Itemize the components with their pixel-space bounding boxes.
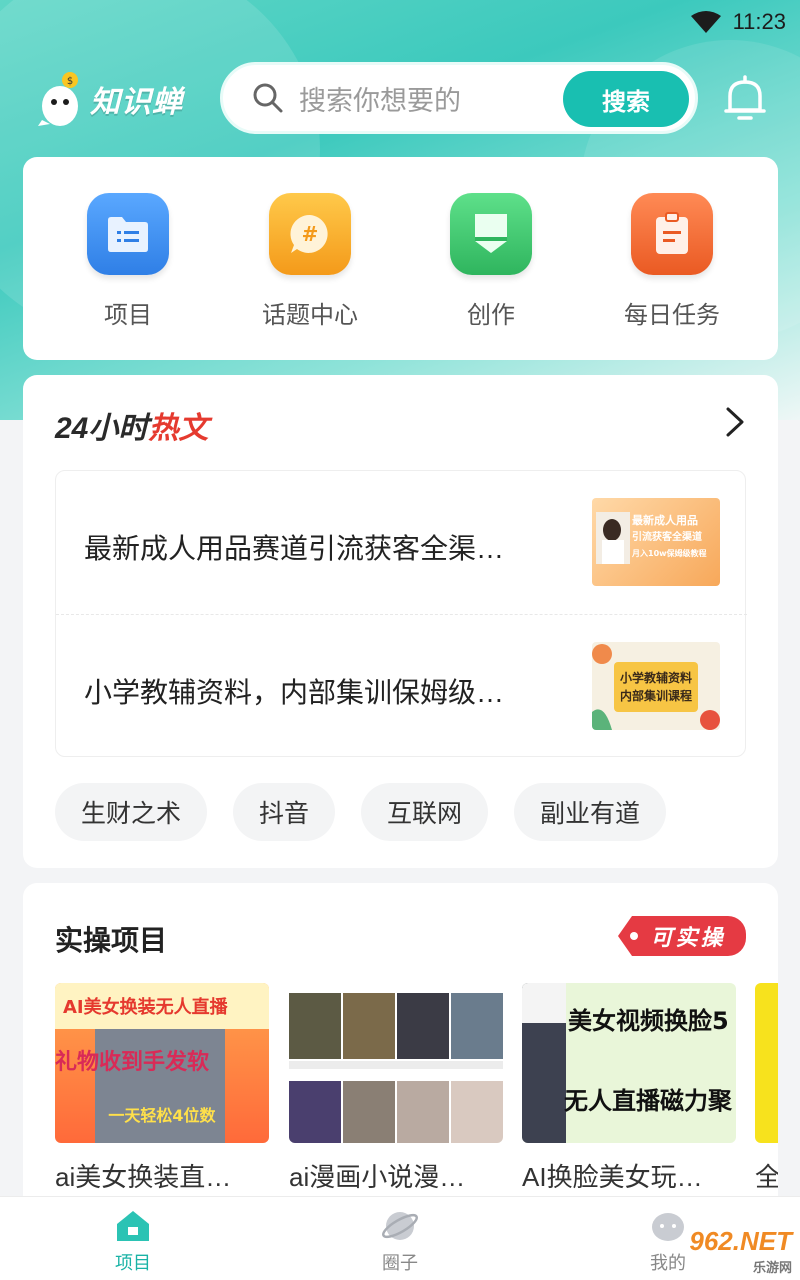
app-name: 知识蝉 (90, 86, 183, 119)
tag-chip[interactable]: 互联网 (361, 783, 489, 841)
quick-link-label: 话题中心 (262, 302, 358, 329)
quick-link-label: 项目 (104, 302, 152, 329)
project-card[interactable]: 全 (755, 983, 778, 1194)
projects-card: 实操项目 可实操 AI美女换装无人直播 礼物收到手发软 一天轻松4位数 ai美女… (23, 883, 778, 1213)
status-time: 11:23 (732, 9, 786, 34)
watermark-main: 962.NET (689, 1226, 792, 1256)
svg-text:$: $ (67, 76, 73, 87)
hot-article-row[interactable]: 小学教辅资料，内部集训保姆级… 小学教辅资料 内部集训课程 (56, 614, 747, 757)
hot-section-title: 24小时热文 (55, 403, 208, 447)
thumb-line: 无人直播磁力聚 (564, 1087, 733, 1115)
notification-bell-icon[interactable] (722, 74, 768, 122)
project-name[interactable]: ai美女换装直… (55, 1157, 269, 1194)
quick-links-card: 项目 # 话题中心 创作 每日任务 (23, 157, 778, 360)
planet-icon (382, 1212, 418, 1240)
quick-link-daily-task[interactable]: 每日任务 (592, 193, 752, 330)
project-thumbnail[interactable] (289, 983, 503, 1143)
project-thumbnail[interactable]: AI美女换装无人直播 礼物收到手发软 一天轻松4位数 (55, 983, 269, 1143)
topic-tags: 生财之术 抖音 互联网 副业有道 (55, 783, 667, 841)
nav-tab-projects[interactable]: 项目 (63, 1207, 203, 1275)
thumb-line: 礼物收到手发软 (55, 1049, 209, 1075)
thumb-line: 最新成人用品 (632, 513, 698, 527)
project-name[interactable]: ai漫画小说漫… (289, 1157, 503, 1194)
hands-on-badge: 可实操 (618, 916, 746, 956)
tag-chip[interactable]: 抖音 (233, 783, 336, 841)
project-thumbnail[interactable]: 美女视频换脸5 无人直播磁力聚 (522, 983, 736, 1143)
thumb-line: 一天轻松4位数 (108, 1106, 216, 1125)
hot-title-highlight: 热文 (148, 412, 209, 445)
mascot-icon: $ (38, 72, 78, 126)
project-card[interactable]: ai漫画小说漫… (289, 983, 503, 1194)
quick-link-label: 创作 (467, 302, 515, 329)
search-icon (253, 83, 283, 113)
app-logo[interactable]: $ 知识蝉 (36, 70, 183, 128)
quick-link-topics[interactable]: # 话题中心 (230, 193, 390, 330)
search-input[interactable]: 搜索你想要的 (299, 79, 461, 118)
thumb-line: 引流获客全渠道 (632, 530, 702, 543)
quick-link-create[interactable]: 创作 (411, 193, 571, 330)
nav-label: 我的 (650, 1253, 686, 1273)
hot-article-thumbnail[interactable]: 小学教辅资料 内部集训课程 (592, 642, 720, 730)
nav-tab-circle[interactable]: 圈子 (330, 1207, 470, 1275)
project-thumbnail[interactable] (755, 983, 778, 1143)
hashtag-chat-icon: # (269, 193, 351, 275)
project-name[interactable]: 全 (755, 1157, 778, 1194)
hot-title-prefix: 24小时 (55, 412, 149, 445)
wifi-icon (690, 11, 721, 33)
hot-article-list: 最新成人用品赛道引流获客全渠… 最新成人用品 引流获客全渠道 月入10w保姆级教… (55, 470, 747, 757)
quick-link-label: 每日任务 (624, 302, 720, 329)
projects-carousel[interactable]: AI美女换装无人直播 礼物收到手发软 一天轻松4位数 ai美女换装直… ai漫画… (55, 983, 778, 1213)
hot-article-row[interactable]: 最新成人用品赛道引流获客全渠… 最新成人用品 引流获客全渠道 月入10w保姆级教… (56, 471, 747, 614)
nav-label: 项目 (115, 1253, 151, 1273)
thumb-line: 内部集训课程 (620, 688, 692, 703)
search-bar[interactable]: 搜索你想要的 搜索 (220, 62, 698, 134)
thumb-line: AI美女换装无人直播 (63, 996, 229, 1018)
bookmark-pen-icon (450, 193, 532, 275)
clipboard-task-icon (631, 193, 713, 275)
projects-title: 实操项目 (55, 925, 168, 956)
project-card[interactable]: 美女视频换脸5 无人直播磁力聚 AI换脸美女玩… (522, 983, 736, 1194)
profile-icon (652, 1213, 684, 1241)
thumb-line: 美女视频换脸5 (568, 1007, 729, 1035)
search-button[interactable]: 搜索 (563, 71, 689, 127)
nav-label: 圈子 (382, 1253, 418, 1273)
site-watermark: 962.NET 乐游网 (689, 1226, 792, 1276)
folder-list-icon (87, 193, 169, 275)
chevron-right-icon[interactable] (720, 405, 748, 439)
hot-article-thumbnail[interactable]: 最新成人用品 引流获客全渠道 月入10w保姆级教程 (592, 498, 720, 586)
quick-link-project[interactable]: 项目 (48, 193, 208, 330)
bottom-navigation: 项目 圈子 我的 (0, 1196, 800, 1280)
tag-chip[interactable]: 生财之术 (55, 783, 208, 841)
watermark-sub: 乐游网 (752, 1260, 792, 1275)
badge-label: 可实操 (650, 925, 726, 950)
hot-article-title[interactable]: 小学教辅资料，内部集训保姆级… (84, 671, 554, 711)
badge-dot (630, 932, 638, 940)
thumb-line: 小学教辅资料 (620, 670, 692, 685)
top-header: $ 知识蝉 搜索你想要的 搜索 (0, 62, 800, 134)
svg-text:#: # (302, 222, 319, 246)
home-icon (117, 1211, 149, 1241)
thumb-line: 月入10w保姆级教程 (631, 548, 707, 558)
project-card[interactable]: AI美女换装无人直播 礼物收到手发软 一天轻松4位数 ai美女换装直… (55, 983, 269, 1194)
status-bar: 11:23 (0, 0, 800, 44)
hot-article-title[interactable]: 最新成人用品赛道引流获客全渠… (84, 527, 554, 567)
tag-chip[interactable]: 副业有道 (514, 783, 667, 841)
project-name[interactable]: AI换脸美女玩… (522, 1157, 736, 1194)
hot-articles-card: 24小时热文 最新成人用品赛道引流获客全渠… 最新成人用品 引流获客全渠道 月入… (23, 375, 778, 868)
